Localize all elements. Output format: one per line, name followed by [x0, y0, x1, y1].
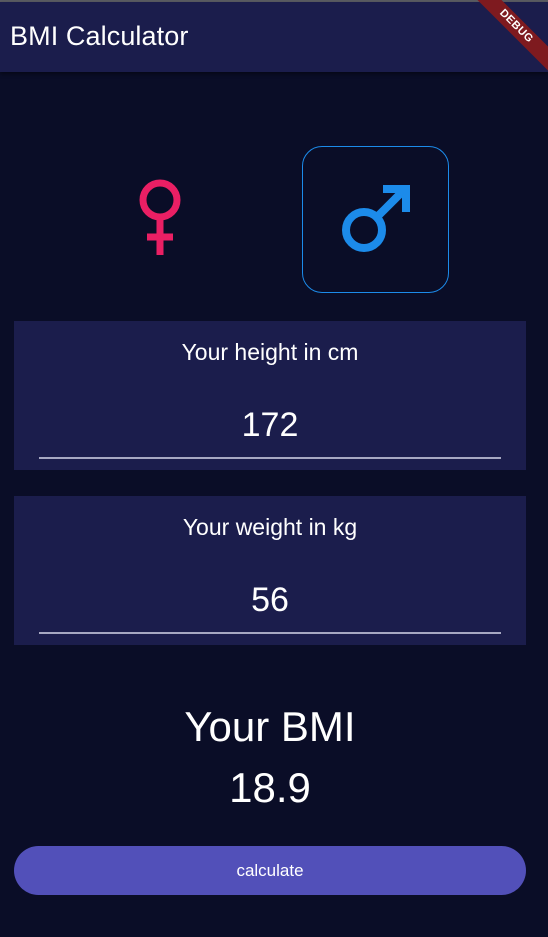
height-input[interactable]: 172	[14, 406, 526, 445]
female-symbol-icon	[139, 179, 181, 255]
male-gender-button[interactable]	[302, 146, 449, 293]
weight-input-underline	[39, 632, 501, 634]
app-title: BMI Calculator	[10, 21, 189, 51]
male-symbol-icon	[341, 184, 410, 252]
weight-card: Your weight in kg 56	[14, 496, 526, 645]
weight-input[interactable]: 56	[14, 581, 526, 620]
calculate-button[interactable]: calculate	[14, 846, 526, 895]
female-gender-button[interactable]	[88, 146, 236, 294]
app-bar: BMI Calculator	[0, 2, 548, 72]
height-input-underline	[39, 457, 501, 459]
height-label: Your height in cm	[181, 339, 359, 365]
bmi-result-title: Your BMI	[184, 703, 356, 750]
weight-label: Your weight in kg	[182, 514, 358, 540]
bmi-result-value: 18.9	[229, 764, 311, 811]
height-card: Your height in cm 172	[14, 321, 526, 470]
